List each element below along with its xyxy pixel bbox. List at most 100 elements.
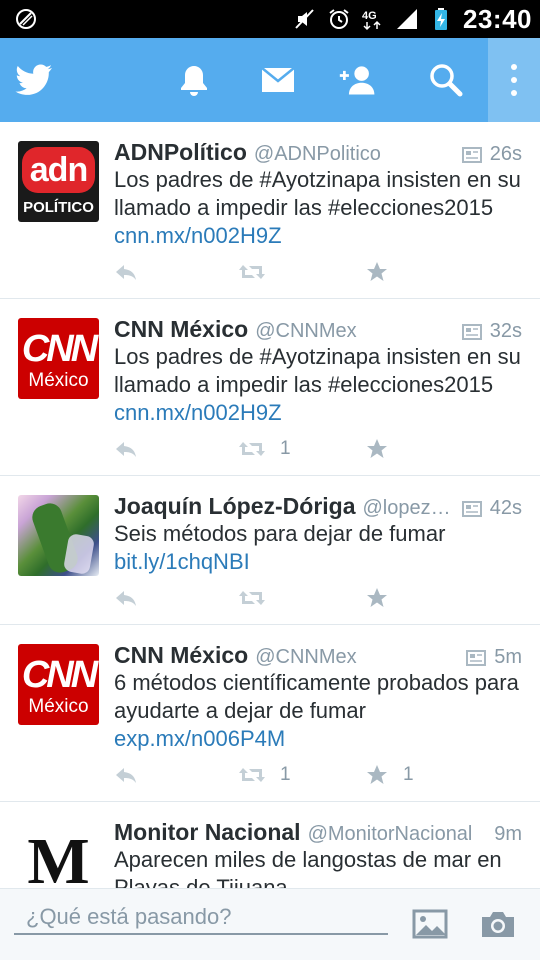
retweet-icon (239, 442, 265, 456)
compose-bar: ¿Qué está pasando? (0, 888, 540, 960)
star-icon (367, 439, 387, 458)
tweet-text: Aparecen miles de langostas de mar en Pl… (114, 846, 526, 888)
status-bar: 4G 23:40 (0, 0, 540, 38)
tweet[interactable]: adn POLÍTICO ADNPolítico @ADNPolitico 26… (0, 122, 540, 299)
star-icon (367, 765, 387, 784)
search-icon (430, 64, 463, 97)
retweet-count: 1 (280, 764, 291, 785)
tweet-timestamp: 32s (489, 320, 522, 342)
avatar[interactable]: CNN México (18, 318, 99, 399)
tweet-link[interactable]: cnn.mx/n002H9Z (114, 223, 282, 248)
reply-button[interactable] (114, 585, 138, 611)
camera-icon[interactable] (480, 909, 516, 939)
tweet[interactable]: Joaquín López-Dóriga @lopez… 42s Seis mé… (0, 476, 540, 625)
tweet[interactable]: M Monitor Nacional @MonitorNacional 9m A… (0, 802, 540, 888)
retweet-icon (239, 591, 265, 605)
reply-button[interactable] (114, 762, 138, 788)
reply-icon (116, 442, 136, 457)
favorite-button[interactable] (365, 585, 403, 611)
network-4g-icon: 4G (362, 10, 381, 31)
tweet-author-name[interactable]: CNN México (114, 316, 248, 343)
tweet-timestamp: 42s (489, 497, 522, 519)
tweet-actions: 1 1 (114, 762, 414, 788)
tweet-author-handle[interactable]: @CNNMex (255, 320, 456, 343)
tweet-link[interactable]: bit.ly/1chqNBI (114, 549, 250, 574)
avatar-logo-subtext: POLÍTICO (23, 199, 94, 216)
messages-envelope-icon (261, 67, 295, 92)
retweet-icon (239, 768, 265, 782)
svg-text:4G: 4G (362, 10, 377, 22)
tweet-text-body: Los padres de #Ayotzinapa insisten en su… (114, 167, 521, 220)
notifications-button[interactable] (174, 60, 214, 100)
avatar-logo-text: CNN (21, 654, 98, 696)
avatar-logo-text: CNN (21, 328, 98, 370)
tweet-author-name[interactable]: Monitor Nacional (114, 819, 301, 846)
battery-charging-icon (435, 8, 447, 30)
tweet-text: Los padres de #Ayotzinapa insisten en su… (114, 343, 526, 427)
avatar-logo-subtext: México (28, 696, 89, 717)
notifications-bell-icon (181, 66, 207, 96)
tweet-actions (114, 585, 414, 611)
avatar-photo-shape (62, 533, 96, 575)
tweet-timestamp: 9m (494, 823, 522, 845)
twitter-bird-icon[interactable] (14, 60, 54, 100)
summary-card-icon (461, 146, 482, 163)
tweet-text-body: Seis métodos para dejar de fumar (114, 521, 446, 546)
retweet-button[interactable] (238, 585, 280, 611)
timeline: adn POLÍTICO ADNPolítico @ADNPolitico 26… (0, 122, 540, 888)
tweet-text: Los padres de #Ayotzinapa insisten en su… (114, 166, 526, 250)
summary-card-icon (466, 649, 487, 666)
avatar[interactable]: CNN México (18, 644, 99, 725)
tweet-actions: 1 (114, 436, 414, 462)
tweet-author-name[interactable]: ADNPolítico (114, 139, 247, 166)
search-button[interactable] (426, 60, 466, 100)
tweet-link[interactable]: cnn.mx/n002H9Z (114, 400, 282, 425)
overflow-menu-icon[interactable] (488, 38, 540, 122)
tweet-text-body: 6 métodos científicamente probados para … (114, 670, 519, 723)
reply-button[interactable] (114, 259, 138, 285)
tweet-text-body: Aparecen miles de langostas de mar en Pl… (114, 847, 502, 888)
retweet-button[interactable] (238, 259, 280, 285)
favorite-button[interactable] (365, 436, 403, 462)
tweet-author-name[interactable]: CNN México (114, 642, 248, 669)
image-icon[interactable] (412, 909, 448, 939)
favorite-count: 1 (403, 764, 414, 785)
tweet-author-handle[interactable]: @MonitorNacional (308, 823, 489, 846)
tweet[interactable]: CNN México CNN México @CNNMex 5m 6 métod… (0, 625, 540, 802)
tweet-author-handle[interactable]: @CNNMex (255, 646, 460, 669)
tweet-author-name[interactable]: Joaquín López-Dóriga (114, 493, 356, 520)
avatar[interactable]: M (18, 821, 99, 888)
tweet-link[interactable]: exp.mx/n006P4M (114, 726, 285, 751)
avatar[interactable] (18, 495, 99, 576)
reply-button[interactable] (114, 436, 138, 462)
add-user-icon (339, 66, 375, 95)
avatar-logo-text: adn (29, 151, 88, 189)
tweet-timestamp: 26s (489, 143, 522, 165)
tweet-text: 6 métodos científicamente probados para … (114, 669, 526, 753)
messages-button[interactable] (258, 60, 298, 100)
clock: 23:40 (463, 3, 532, 34)
reply-icon (116, 591, 136, 606)
retweet-button[interactable]: 1 (238, 436, 291, 462)
tweet[interactable]: CNN México CNN México @CNNMex 32s Los pa… (0, 299, 540, 476)
reply-icon (116, 265, 136, 280)
signal-icon (397, 9, 417, 29)
retweet-button[interactable]: 1 (238, 762, 291, 788)
avatar-logo-subtext: México (28, 370, 89, 391)
favorite-button[interactable]: 1 (365, 762, 414, 788)
avatar[interactable]: adn POLÍTICO (18, 141, 99, 222)
retweet-count: 1 (280, 438, 291, 459)
mute-icon (295, 9, 314, 29)
reply-icon (116, 768, 136, 783)
tweet-text-body: Los padres de #Ayotzinapa insisten en su… (114, 344, 521, 397)
summary-card-icon (461, 323, 482, 340)
favorite-button[interactable] (365, 259, 403, 285)
tweet-author-handle[interactable]: @lopez… (363, 497, 456, 520)
add-user-button[interactable] (338, 60, 378, 100)
tweet-actions (114, 259, 414, 285)
retweet-icon (239, 265, 265, 279)
tweet-author-handle[interactable]: @ADNPolitico (254, 143, 456, 166)
tweet-text: Seis métodos para dejar de fumar bit.ly/… (114, 520, 526, 576)
star-icon (367, 262, 387, 281)
compose-tweet-input[interactable]: ¿Qué está pasando? (14, 903, 388, 935)
